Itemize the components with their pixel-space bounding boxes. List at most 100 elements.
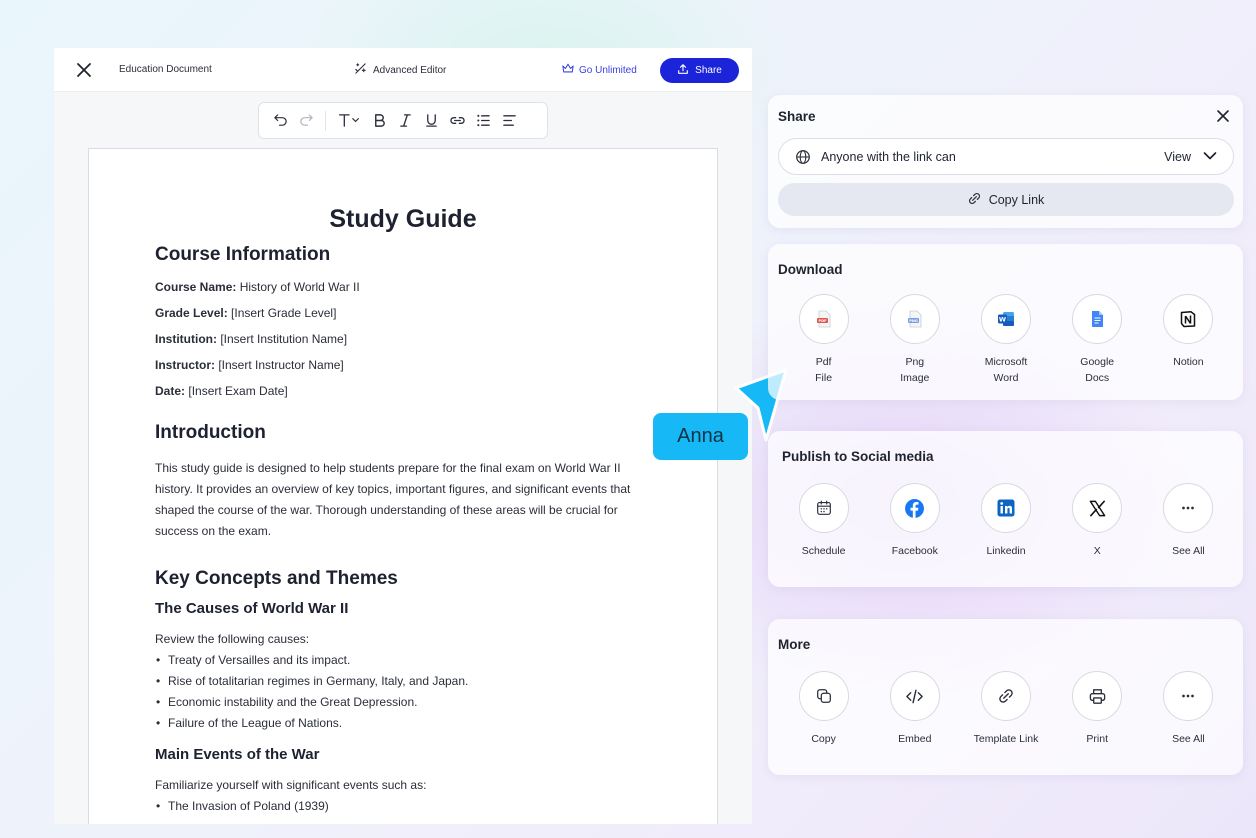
linkedin-button[interactable]: Linkedin <box>960 483 1051 559</box>
copy-link-label: Copy Link <box>988 192 1045 207</box>
list-item: Failure of the League of Nations. <box>155 713 651 734</box>
document-name: Education Document <box>119 64 212 75</box>
permission-dropdown[interactable]: View <box>1164 150 1217 164</box>
download-panel-title: Download <box>778 262 843 277</box>
collaborator-name-tag: Anna <box>653 413 748 460</box>
icon-label: Schedule <box>801 545 846 557</box>
toolbar-divider <box>325 110 326 131</box>
link-icon[interactable] <box>444 108 470 134</box>
download-png-button[interactable]: PNG Png Image <box>869 294 960 386</box>
list-item: The Invasion of Poland (1939) <box>155 796 651 817</box>
copy-link-button[interactable]: Copy Link <box>778 183 1234 216</box>
google-docs-icon <box>1072 294 1123 344</box>
microsoft-word-icon: W <box>981 294 1031 344</box>
embed-button[interactable]: Embed <box>869 671 960 747</box>
align-left-icon[interactable] <box>496 108 522 134</box>
key-concepts-heading: Key Concepts and Themes <box>155 568 398 589</box>
x-button[interactable]: X <box>1052 483 1143 559</box>
download-notion-button[interactable]: Notion <box>1143 294 1234 386</box>
schedule-button[interactable]: Schedule <box>778 483 869 559</box>
calendar-icon <box>798 483 849 533</box>
globe-icon <box>795 149 811 165</box>
more-options: Copy Embed Template Link Print See All <box>778 671 1234 747</box>
more-horizontal-icon <box>1163 671 1214 721</box>
svg-text:PDF: PDF <box>818 319 827 323</box>
icon-label: Pdf <box>815 356 832 368</box>
text-style-dropdown[interactable] <box>332 108 366 134</box>
field-value: [Insert Institution Name] <box>220 332 348 346</box>
copy-button[interactable]: Copy <box>778 671 869 747</box>
list-item: Treaty of Versailles and its impact. <box>155 650 651 671</box>
introduction-paragraph: This study guide is designed to help stu… <box>155 461 631 538</box>
linkedin-icon <box>981 483 1031 533</box>
printer-icon <box>1072 671 1123 721</box>
list-item: Economic instability and the Great Depre… <box>155 692 651 713</box>
icon-label: Image <box>900 372 930 384</box>
link-access-select[interactable]: Anyone with the link can View <box>778 138 1234 175</box>
link-access-text: Anyone with the link can <box>821 149 956 164</box>
advanced-editor-button[interactable]: Advanced Editor <box>354 62 446 78</box>
png-image-icon: PNG <box>889 294 940 344</box>
social-options: Schedule Facebook Linkedin X See All <box>778 483 1234 559</box>
share-button-label: Share <box>695 65 722 76</box>
social-panel-title: Publish to Social media <box>782 449 934 464</box>
crown-icon <box>562 63 574 77</box>
underline-icon[interactable] <box>418 108 444 134</box>
icon-label: See All <box>1172 545 1205 557</box>
course-name-line: Course Name: History of World War II <box>155 280 651 294</box>
share-button[interactable]: Share <box>660 58 739 83</box>
instructor-line: Instructor: [Insert Instructor Name] <box>155 358 651 372</box>
causes-heading: The Causes of World War II <box>155 600 349 617</box>
link-icon <box>981 671 1031 721</box>
close-icon[interactable] <box>1215 108 1231 124</box>
events-list: The Invasion of Poland (1939) <box>155 796 651 817</box>
field-label: Course Name: <box>155 280 237 294</box>
icon-label: Linkedin <box>986 545 1026 557</box>
facebook-icon <box>889 483 940 533</box>
format-toolbar <box>258 102 548 139</box>
download-pdf-button[interactable]: PDF Pdf File <box>778 294 869 386</box>
icon-label: Embed <box>898 733 932 745</box>
more-panel-title: More <box>778 637 811 652</box>
course-info-heading: Course Information <box>155 244 331 265</box>
events-intro: Familiarize yourself with significant ev… <box>155 778 427 792</box>
permission-value: View <box>1164 149 1191 164</box>
bullet-list-icon[interactable] <box>470 108 496 134</box>
print-button[interactable]: Print <box>1052 671 1143 747</box>
chevron-down-icon <box>1203 150 1217 164</box>
bold-icon[interactable] <box>366 108 392 134</box>
document-page[interactable]: Study Guide Course Information Course Na… <box>88 148 718 824</box>
causes-intro: Review the following causes: <box>155 632 310 646</box>
grade-level-line: Grade Level: [Insert Grade Level] <box>155 306 651 320</box>
editor-window: Education Document Advanced Editor Go Un… <box>54 48 752 824</box>
share-panel: Share Anyone with the link can View Copy… <box>768 95 1243 228</box>
document-title: Study Guide <box>329 205 477 233</box>
list-item: Rise of totalitarian regimes in Germany,… <box>155 671 651 692</box>
italic-icon[interactable] <box>392 108 418 134</box>
date-line: Date: [Insert Exam Date] <box>155 384 651 398</box>
go-unlimited-link[interactable]: Go Unlimited <box>562 63 637 77</box>
field-label: Grade Level: <box>155 306 228 320</box>
see-all-social-button[interactable]: See All <box>1143 483 1234 559</box>
download-panel: Download PDF Pdf File PNG Png Image W Micr… <box>768 244 1243 400</box>
icon-label: Google <box>1080 356 1115 368</box>
notion-icon <box>1163 294 1214 344</box>
field-value: History of World War II <box>239 280 360 294</box>
share-panel-title: Share <box>778 109 816 124</box>
field-value: [Insert Exam Date] <box>188 384 288 398</box>
icon-label: Facebook <box>891 545 938 557</box>
download-google-docs-button[interactable]: Google Docs <box>1052 294 1143 386</box>
icon-label: X <box>1093 545 1101 557</box>
facebook-button[interactable]: Facebook <box>869 483 960 559</box>
see-all-more-button[interactable]: See All <box>1143 671 1234 747</box>
undo-icon[interactable] <box>267 108 293 134</box>
editor-topbar: Education Document Advanced Editor Go Un… <box>54 48 752 92</box>
x-icon <box>1072 483 1123 533</box>
social-media-panel: Publish to Social media Schedule Faceboo… <box>768 431 1243 587</box>
download-word-button[interactable]: W Microsoft Word <box>960 294 1051 386</box>
icon-label: Png <box>905 356 925 368</box>
template-link-button[interactable]: Template Link <box>960 671 1051 747</box>
redo-icon[interactable] <box>293 108 319 134</box>
close-icon[interactable] <box>74 60 94 80</box>
icon-label: Word <box>993 372 1019 384</box>
